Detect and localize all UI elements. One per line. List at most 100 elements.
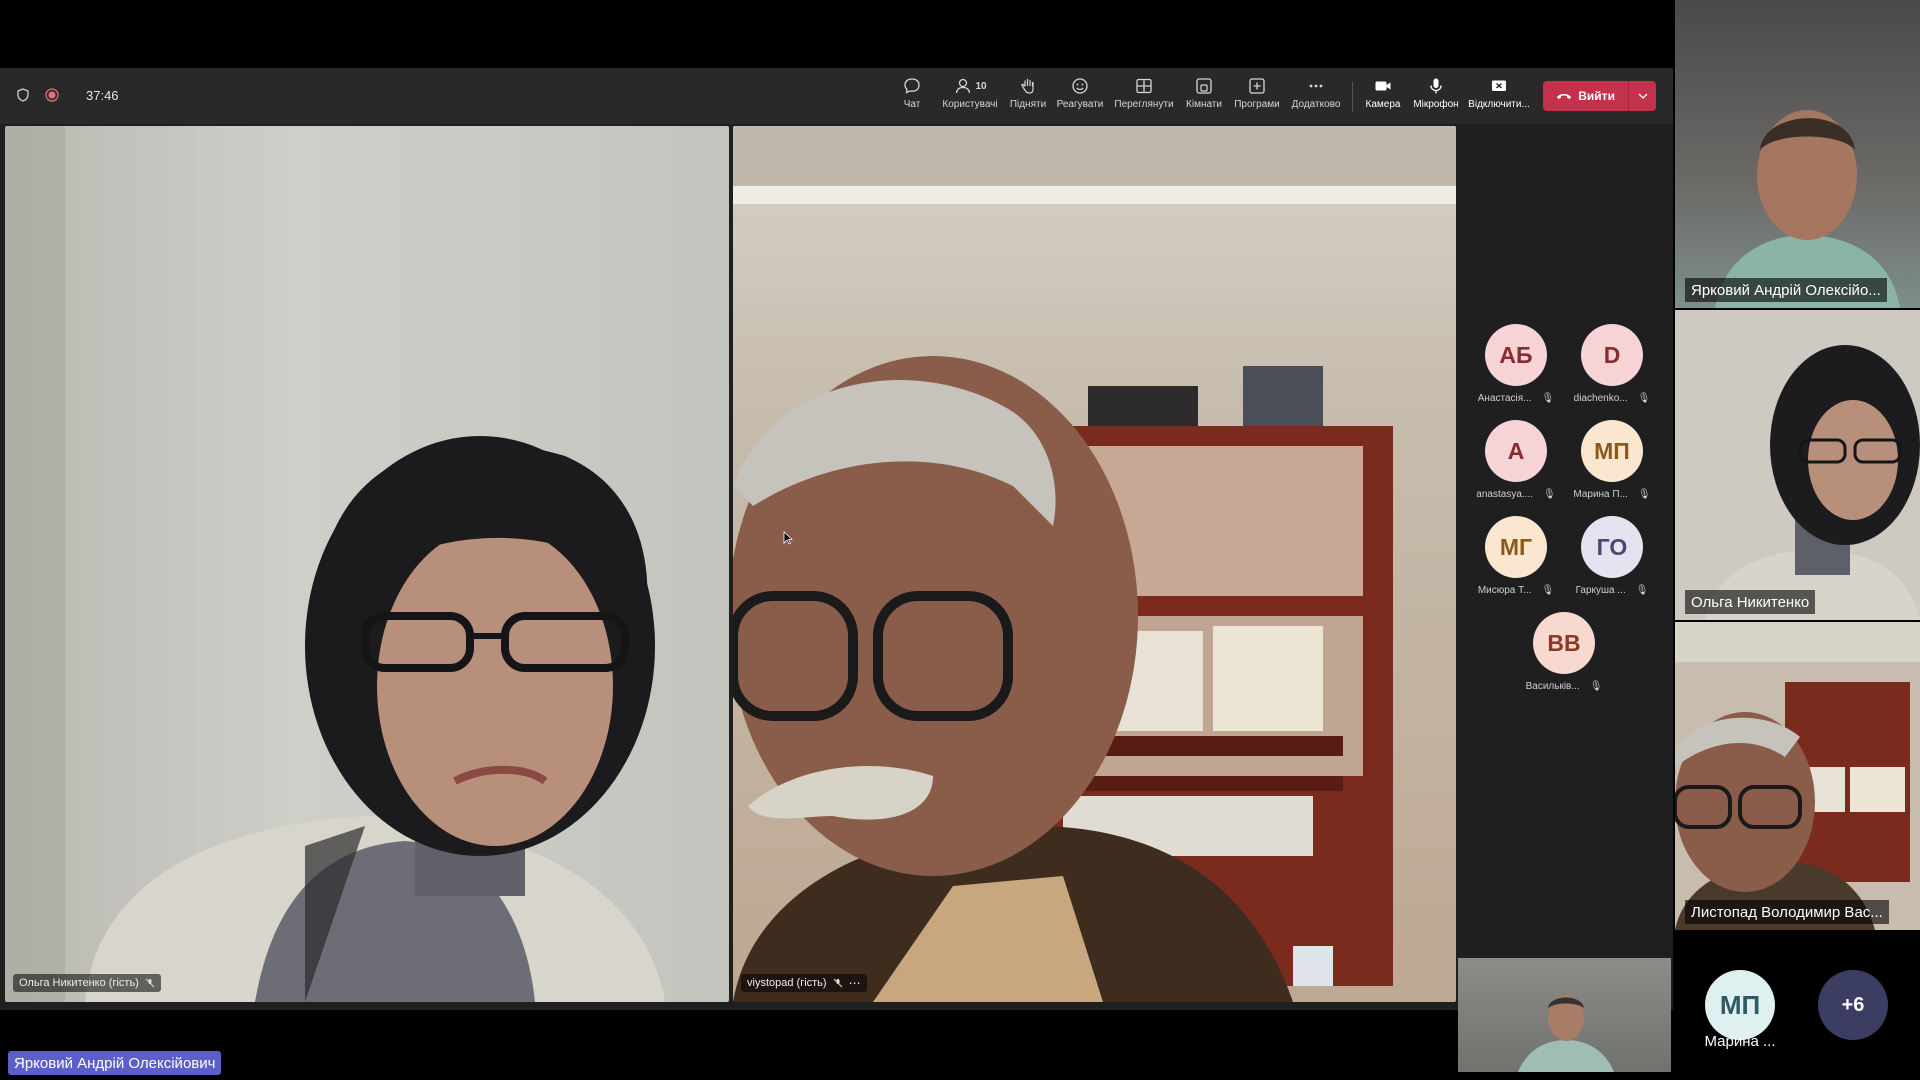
participants-grid: АБ Анастасія... 🎙︎ D diachenko... 🎙︎ A ana…: [1458, 126, 1673, 1072]
overflow-avatar-name: Марина ...: [1704, 1033, 1776, 1050]
people-count: 10: [975, 80, 987, 92]
gallery-tile-olga[interactable]: Ольга Никитенко: [1675, 310, 1920, 620]
avatar-name: Мисюра Т...: [1477, 585, 1532, 596]
participant-avatar[interactable]: МП Марина П... 🎙︎: [1572, 420, 1652, 500]
avatar-name: diachenko...: [1573, 393, 1628, 404]
avatar-name: Гаркуша ...: [1575, 585, 1626, 596]
mic-muted-icon: 🎙︎: [1541, 393, 1555, 404]
gallery-video-olga: [1705, 345, 1920, 620]
chevron-down-icon: [1638, 93, 1648, 99]
avatar-initials: A: [1485, 420, 1547, 482]
avatar-name-row: Марина П... 🎙︎: [1573, 489, 1650, 500]
apps-icon: [1249, 78, 1265, 94]
video-tile-viystopad[interactable]: viystopad (гість) ⋯: [733, 126, 1456, 1002]
participant-avatar[interactable]: D diachenko... 🎙︎: [1572, 324, 1652, 404]
avatar-name-row: anastasya.... 🎙︎: [1476, 489, 1555, 500]
stop-share-icon: [1492, 80, 1506, 91]
more-options-icon[interactable]: ⋯: [849, 976, 861, 990]
mic-muted-icon: 🎙︎: [1589, 681, 1603, 692]
camera-label: Камера: [1365, 99, 1401, 110]
participant-video-viystopad: [733, 126, 1456, 1002]
avatar-name: anastasya....: [1476, 489, 1533, 500]
participant-avatar[interactable]: A anastasya.... 🎙︎: [1476, 420, 1556, 500]
people-label: Користувачі: [942, 99, 998, 110]
more-participants-button[interactable]: +6: [1818, 970, 1888, 1040]
gallery-video-lystopad: [1675, 622, 1920, 930]
chat-icon: [904, 78, 920, 94]
mic-muted-icon: 🎙︎: [1637, 489, 1651, 500]
leave-label: Вийти: [1578, 89, 1615, 103]
avatar-initials: МП: [1581, 420, 1643, 482]
participant-avatar[interactable]: ВВ Васильків... 🎙︎: [1524, 612, 1604, 692]
more-icon: [1309, 84, 1323, 88]
raise-hand-button[interactable]: Підняти: [1008, 76, 1048, 120]
apps-label: Програми: [1234, 99, 1280, 110]
chat-button[interactable]: Чат: [892, 76, 932, 120]
leave-main[interactable]: Вийти: [1543, 81, 1628, 111]
hang-up-icon: [1557, 94, 1572, 99]
avatar-name-row: Гаркуша ... 🎙︎: [1576, 585, 1649, 596]
overflow-avatar[interactable]: МП: [1705, 970, 1775, 1040]
participant-name: Ольга Никитенко (гість): [19, 977, 139, 989]
more-label: Додатково: [1291, 99, 1341, 110]
avatar-name: Васильків...: [1525, 681, 1580, 692]
leave-options-button[interactable]: [1628, 81, 1656, 111]
mic-muted-icon: 🎙︎: [1543, 489, 1556, 500]
mic-muted-icon: 🎙︎: [1541, 585, 1555, 596]
avatar-name: Анастасія...: [1477, 393, 1532, 404]
avatar-initials: АБ: [1485, 324, 1547, 386]
avatar-name-row: Васильків... 🎙︎: [1526, 681, 1603, 692]
meeting-window: 37:46 Чат 10 Користувачі Підняти Реагува…: [0, 68, 1673, 1072]
avatar-name-row: diachenko... 🎙︎: [1574, 393, 1651, 404]
participant-name: viystopad (гість): [747, 977, 827, 989]
meeting-toolbar: 37:46 Чат 10 Користувачі Підняти Реагува…: [0, 68, 1673, 124]
avatar-initials: D: [1581, 324, 1643, 386]
microphone-button[interactable]: Мікрофон: [1410, 76, 1462, 120]
participant-avatar[interactable]: ГО Гаркуша ... 🎙︎: [1572, 516, 1652, 596]
avatar-initials: ГО: [1581, 516, 1643, 578]
stop-share-label: Відключити...: [1468, 99, 1530, 110]
video-tile-olga[interactable]: Ольга Никитенко (гість): [5, 126, 729, 1002]
apps-button[interactable]: Програми: [1231, 76, 1283, 120]
rooms-label: Кімнати: [1186, 99, 1222, 110]
avatar-name: Марина П...: [1573, 489, 1628, 500]
gallery-tile-lystopad[interactable]: Листопад Володимир Вас...: [1675, 622, 1920, 930]
microphone-label: Мікрофон: [1413, 99, 1459, 110]
react-button[interactable]: Реагувати: [1055, 76, 1105, 120]
gallery-name-olga: Ольга Никитенко: [1685, 590, 1816, 614]
chat-label: Чат: [903, 99, 921, 110]
participant-avatar[interactable]: АБ Анастасія... 🎙︎: [1476, 324, 1556, 404]
mic-muted-icon: [833, 978, 842, 988]
gallery-video-yarkovyi: [1715, 110, 1900, 308]
people-button[interactable]: 10 Користувачі: [938, 76, 1002, 120]
gallery-tile-yarkovyi[interactable]: Ярковий Андрій Олексійо...: [1675, 0, 1920, 308]
view-button[interactable]: Переглянути: [1111, 76, 1177, 120]
camera-button[interactable]: Камера: [1363, 76, 1403, 120]
participant-label-viystopad: viystopad (гість) ⋯: [741, 974, 867, 992]
view-label: Переглянути: [1114, 99, 1174, 110]
participant-avatar[interactable]: МГ Мисюра Т... 🎙︎: [1476, 516, 1556, 596]
view-icon: [1136, 78, 1152, 94]
stop-share-button[interactable]: Відключити...: [1466, 76, 1532, 120]
participant-video-olga: [5, 126, 665, 1002]
microphone-icon: [1430, 78, 1442, 94]
react-label: Реагувати: [1056, 99, 1104, 110]
self-view-image: [1518, 995, 1614, 1072]
leave-button[interactable]: Вийти: [1543, 81, 1656, 111]
raise-hand-label: Підняти: [1009, 99, 1047, 110]
mic-muted-icon: 🎙︎: [1637, 393, 1651, 404]
more-button[interactable]: Додатково: [1288, 76, 1344, 120]
gallery-name-lystopad: Листопад Володимир Вас...: [1685, 900, 1889, 924]
avatar-name-row: Мисюра Т... 🎙︎: [1478, 585, 1554, 596]
raise-hand-icon: [1021, 78, 1034, 94]
avatar-initials: ВВ: [1533, 612, 1595, 674]
avatar-initials: МГ: [1485, 516, 1547, 578]
shield-icon: [16, 88, 30, 107]
mouse-cursor-icon: [783, 531, 794, 550]
mic-muted-icon: [145, 978, 155, 988]
gallery-name-yarkovyi: Ярковий Андрій Олексійо...: [1685, 278, 1887, 302]
self-view-video[interactable]: [1458, 958, 1671, 1072]
mic-muted-icon: 🎙︎: [1635, 585, 1649, 596]
participant-label-olga: Ольга Никитенко (гість): [13, 974, 161, 992]
rooms-button[interactable]: Кімнати: [1182, 76, 1226, 120]
